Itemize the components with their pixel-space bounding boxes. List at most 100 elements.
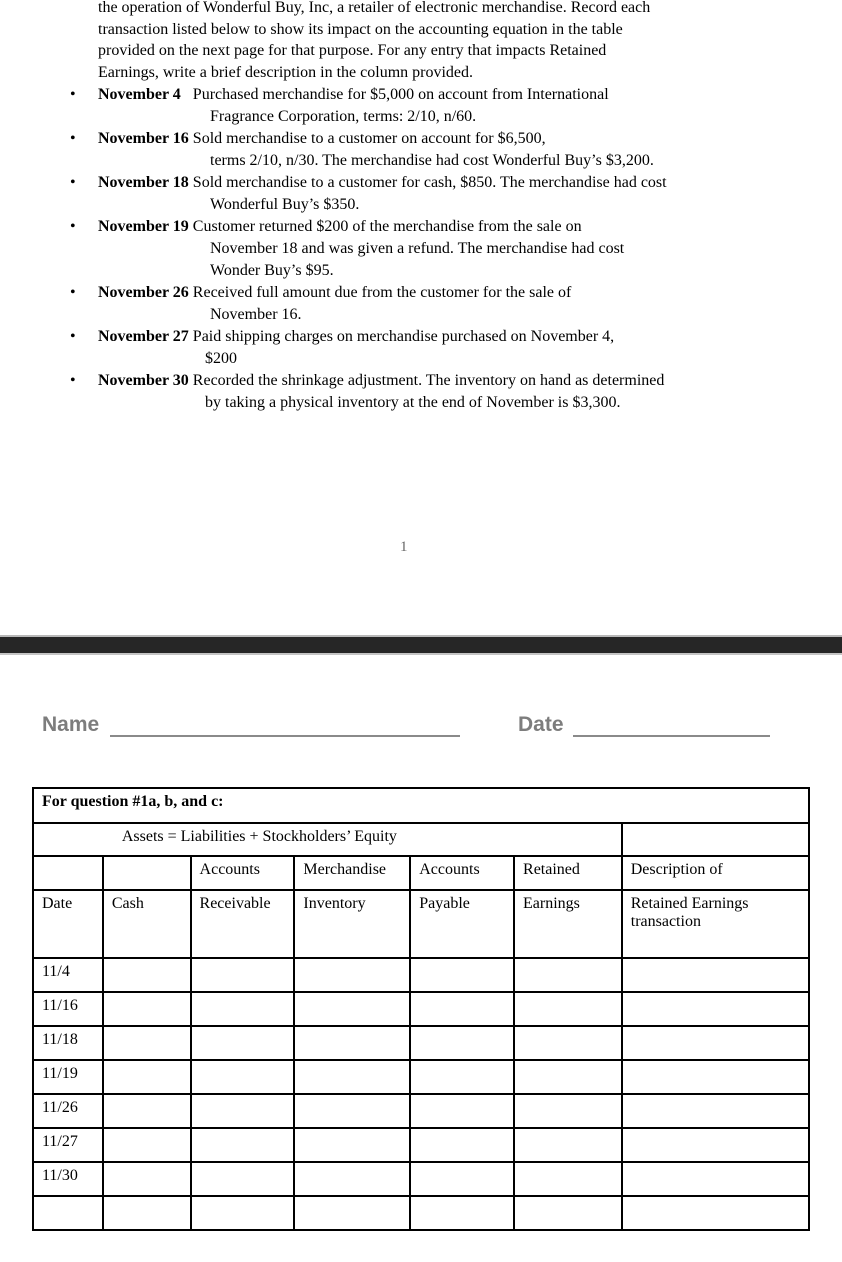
- entry-cell[interactable]: [101, 957, 192, 993]
- entry-cell[interactable]: [101, 1025, 192, 1061]
- date-cell: 11/30: [32, 1161, 104, 1197]
- entry-cell[interactable]: [513, 991, 623, 1027]
- entry-cell[interactable]: [409, 1161, 516, 1197]
- entry-cell[interactable]: [189, 957, 296, 993]
- entry-cell[interactable]: [189, 1093, 296, 1129]
- entry-cell[interactable]: [620, 1093, 811, 1129]
- transaction-item: • November 4 Purchased merchandise for $…: [0, 84, 842, 128]
- transaction-item: • November 26 Received full amount due f…: [0, 282, 842, 326]
- entry-cell[interactable]: [409, 1195, 516, 1231]
- name-field-line[interactable]: [110, 735, 460, 737]
- table-row: 11/16: [32, 991, 811, 1027]
- entry-cell[interactable]: [513, 1025, 623, 1061]
- transaction-date: November 30: [98, 372, 189, 389]
- entry-cell[interactable]: [409, 957, 516, 993]
- transaction-text: Sold merchandise to a customer for cash,…: [192, 174, 667, 191]
- entry-cell[interactable]: [293, 991, 412, 1027]
- entry-cell[interactable]: [189, 1161, 296, 1197]
- transaction-date: November 16: [98, 130, 189, 147]
- entry-cell[interactable]: [189, 1059, 296, 1095]
- entry-cell[interactable]: [620, 1025, 811, 1061]
- table-header-cell: Earnings: [513, 889, 623, 959]
- entry-cell[interactable]: [513, 1093, 623, 1129]
- accounting-equation-header: Assets = Liabilities + Stockholders’ Equ…: [32, 822, 623, 857]
- transaction-text: November 18 and was given a refund. The …: [210, 240, 625, 257]
- table-header-cell: Payable: [409, 889, 516, 959]
- table-title: For question #1a, b, and c:: [32, 787, 810, 824]
- date-cell: 11/4: [32, 957, 104, 993]
- date-field-line[interactable]: [573, 735, 770, 737]
- entry-cell[interactable]: [620, 1161, 811, 1197]
- entry-cell[interactable]: [620, 1059, 811, 1095]
- entry-cell[interactable]: [409, 1127, 516, 1163]
- table-row: 11/4: [32, 957, 811, 993]
- intro-line: the operation of Wonderful Buy, Inc, a r…: [98, 0, 651, 16]
- transaction-text: Wonder Buy’s $95.: [210, 262, 334, 279]
- intro-line: Earnings, write a brief description in t…: [98, 63, 474, 81]
- entry-cell[interactable]: [293, 1161, 412, 1197]
- transaction-text: Customer returned $200 of the merchandis…: [192, 218, 582, 235]
- date-cell: 11/19: [32, 1059, 104, 1095]
- entry-cell[interactable]: [189, 1195, 296, 1231]
- table-row: 11/19: [32, 1059, 811, 1095]
- date-label: Date: [518, 713, 564, 736]
- transaction-text: $200: [205, 350, 237, 367]
- bullet-icon: •: [70, 130, 76, 147]
- entry-cell[interactable]: [620, 1127, 811, 1163]
- bullet-icon: •: [70, 284, 76, 301]
- transaction-item: • November 27 Paid shipping charges on m…: [0, 326, 842, 370]
- date-cell: 11/26: [32, 1093, 104, 1129]
- entry-cell[interactable]: [409, 1093, 516, 1129]
- table-row: 11/30: [32, 1161, 811, 1197]
- entry-cell[interactable]: [101, 1195, 192, 1231]
- table-body: 11/4 11/16 11/18 11/19 11/26 11/27 11/30: [32, 957, 811, 1231]
- transaction-text: Purchased merchandise for $5,000 on acco…: [192, 86, 609, 103]
- document-page-1: the operation of Wonderful Buy, Inc, a r…: [0, 0, 842, 636]
- entry-cell[interactable]: [409, 1059, 516, 1095]
- entry-cell[interactable]: [101, 1093, 192, 1129]
- entry-cell[interactable]: [620, 957, 811, 993]
- entry-cell[interactable]: [189, 991, 296, 1027]
- entry-cell[interactable]: [620, 1195, 811, 1231]
- transaction-date: November 27: [98, 328, 189, 345]
- date-cell: 11/18: [32, 1025, 104, 1061]
- transaction-item: • November 16 Sold merchandise to a cust…: [0, 128, 842, 172]
- table-row: 11/26: [32, 1093, 811, 1129]
- entry-cell[interactable]: [101, 1127, 192, 1163]
- table-header-cell: Description of: [620, 855, 811, 891]
- entry-cell[interactable]: [101, 1059, 192, 1095]
- entry-cell[interactable]: [513, 1059, 623, 1095]
- table-header-cell: Retained Earnings transaction: [620, 889, 811, 959]
- entry-cell[interactable]: [293, 1195, 412, 1231]
- entry-cell[interactable]: [620, 991, 811, 1027]
- transaction-item: • November 30 Recorded the shrinkage adj…: [0, 370, 842, 414]
- transaction-date: November 26: [98, 284, 189, 301]
- entry-cell[interactable]: [189, 1127, 296, 1163]
- entry-cell[interactable]: [293, 1127, 412, 1163]
- table-row: 11/18: [32, 1025, 811, 1061]
- header-row: Date Cash Receivable Inventory Payable E…: [32, 889, 811, 959]
- entry-cell[interactable]: [293, 1025, 412, 1061]
- entry-cell[interactable]: [409, 1025, 516, 1061]
- table-header-cell: Merchandise: [293, 855, 412, 891]
- entry-cell[interactable]: [293, 1059, 412, 1095]
- entry-cell[interactable]: [513, 1127, 623, 1163]
- transaction-date: November 19: [98, 218, 189, 235]
- entry-cell[interactable]: [409, 991, 516, 1027]
- bullet-icon: •: [70, 218, 76, 235]
- entry-cell[interactable]: [101, 991, 192, 1027]
- transaction-text: Received full amount due from the custom…: [192, 284, 572, 301]
- entry-cell[interactable]: [293, 1093, 412, 1129]
- name-label: Name: [42, 713, 100, 736]
- entry-cell[interactable]: [101, 1161, 192, 1197]
- transaction-text: terms 2/10, n/30. The merchandise had co…: [210, 152, 654, 169]
- date-cell: [32, 1195, 104, 1231]
- entry-cell[interactable]: [513, 1195, 623, 1231]
- bullet-icon: •: [70, 174, 76, 191]
- transaction-text: Fragrance Corporation, terms: 2/10, n/60…: [210, 108, 477, 125]
- entry-cell[interactable]: [513, 957, 623, 993]
- entry-cell[interactable]: [189, 1025, 296, 1061]
- entry-cell[interactable]: [513, 1161, 623, 1197]
- entry-cell[interactable]: [293, 957, 412, 993]
- table-header-cell: Retained: [513, 855, 623, 891]
